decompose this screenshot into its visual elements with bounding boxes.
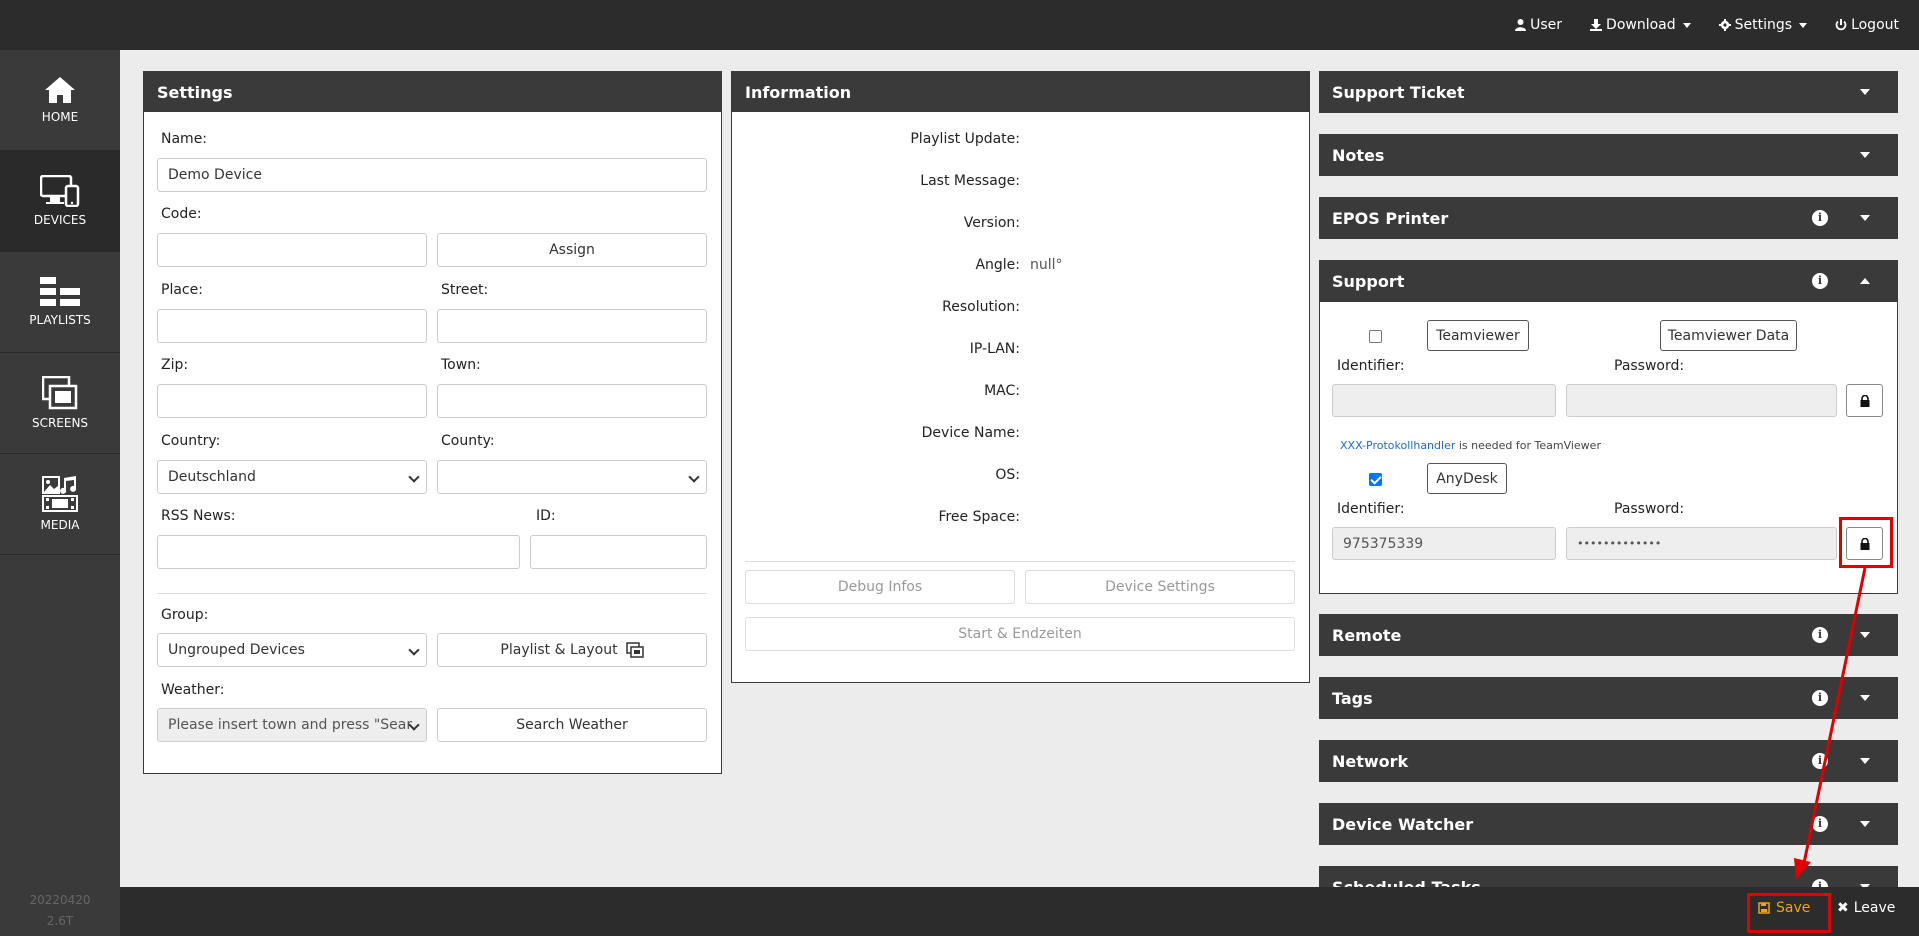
annotation-arrow bbox=[1794, 567, 1867, 880]
